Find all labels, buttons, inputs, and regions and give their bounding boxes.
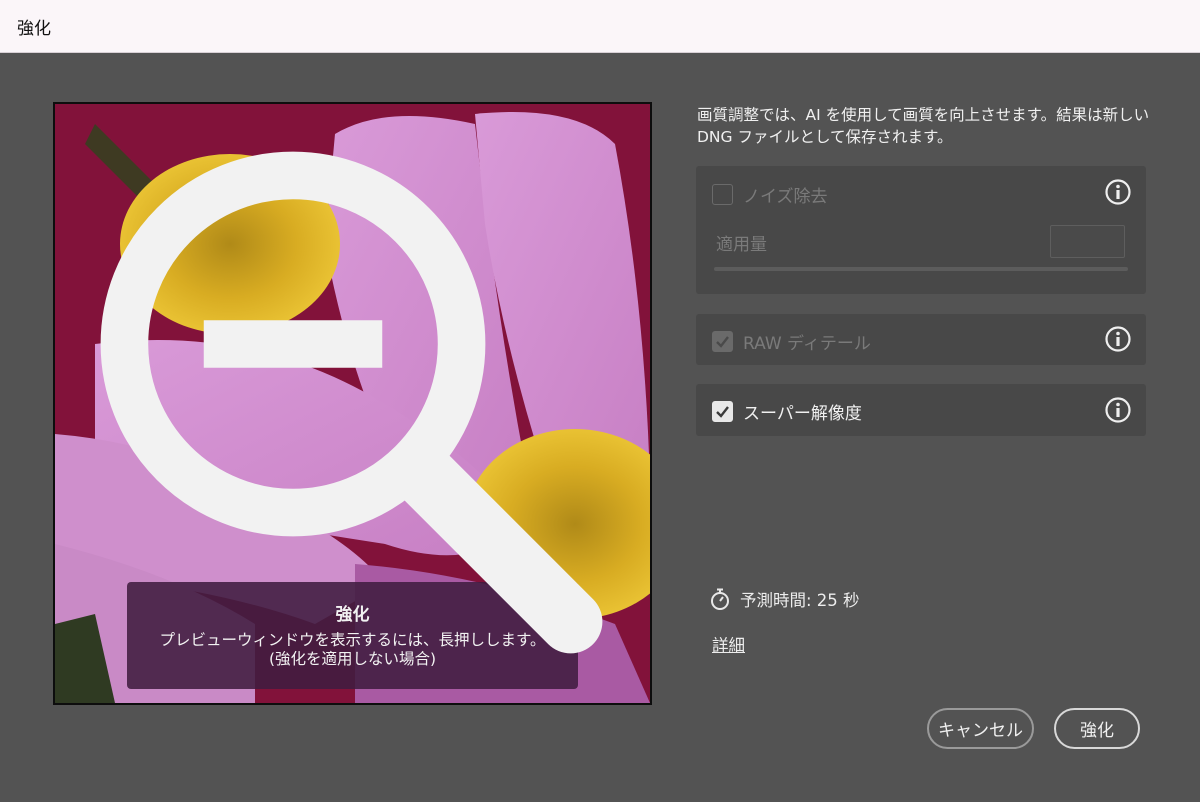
stopwatch-icon [711,588,729,610]
checkmark-icon [716,406,729,418]
denoise-checkbox-row[interactable]: ノイズ除去 [712,182,828,207]
denoise-label: ノイズ除去 [743,187,828,207]
raw-details-label: RAW ディテール [743,334,871,354]
window-titlebar: 強化 [0,0,1200,53]
super-resolution-checkbox[interactable] [712,401,733,422]
info-icon[interactable] [1104,178,1132,206]
amount-input[interactable] [1050,225,1125,258]
amount-label: 適用量 [716,235,767,255]
denoise-checkbox[interactable] [712,184,733,205]
super-resolution-label: スーパー解像度 [743,404,862,424]
raw-details-checkbox[interactable] [712,331,733,352]
details-link[interactable]: 詳細 [712,632,745,656]
description-text: 画質調整では、AI を使用して画質を向上させます。結果は新しい DNG ファイル… [697,106,1150,146]
info-icon[interactable] [1104,396,1132,424]
checkmark-icon [716,336,729,348]
enhance-button[interactable]: 強化 [1054,708,1140,749]
amount-slider[interactable] [714,267,1128,271]
info-icon[interactable] [1104,325,1132,353]
zoom-out-icon[interactable] [55,104,650,703]
estimated-time: 予測時間: 25 秒 [709,587,860,611]
raw-details-checkbox-row[interactable]: RAW ディテール [712,329,871,354]
super-resolution-panel: スーパー解像度 [696,384,1146,436]
cancel-button[interactable]: キャンセル [927,708,1034,749]
window-title: 強化 [17,18,51,39]
preview-image[interactable]: 強化 プレビューウィンドウを表示するには、長押しします。 (強化を適用しない場合… [53,102,652,705]
estimated-time-label: 予測時間: 25 秒 [740,591,860,610]
super-resolution-checkbox-row[interactable]: スーパー解像度 [712,399,862,424]
denoise-panel: ノイズ除去 適用量 [696,166,1146,294]
raw-details-panel: RAW ディテール [696,314,1146,365]
